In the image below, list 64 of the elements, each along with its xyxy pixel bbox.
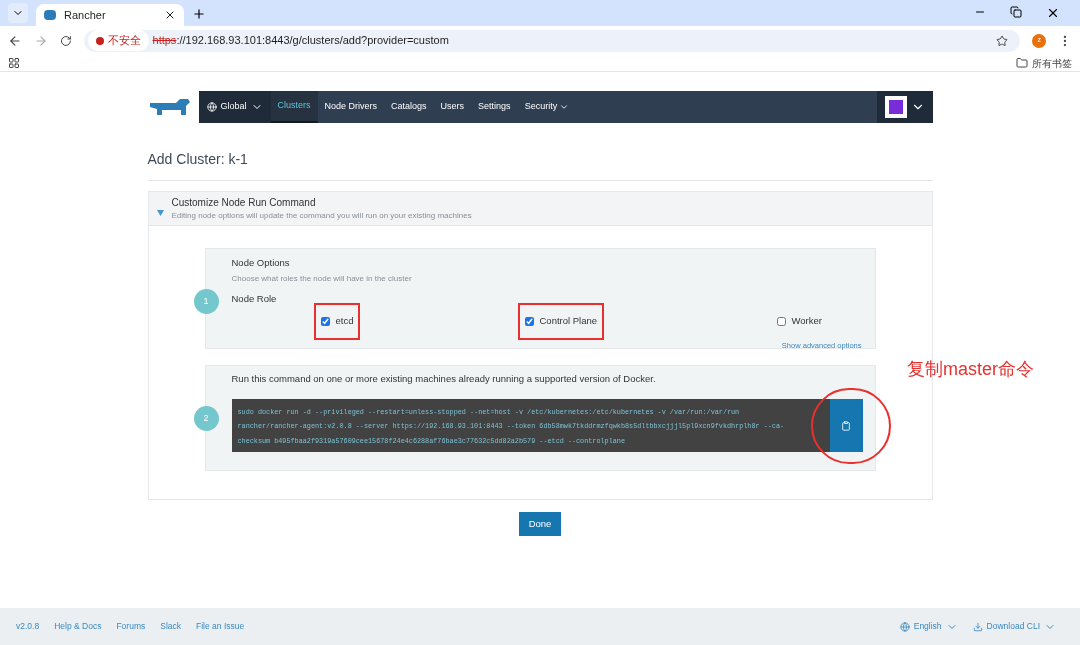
scope-label: Global — [220, 100, 247, 114]
accordion-header[interactable]: Customize Node Run Command Editing node options will update the command you will run on your existing machines — [148, 192, 932, 226]
role-label: etcd — [335, 313, 354, 328]
bookmark-star-icon[interactable] — [996, 34, 1009, 47]
scope-dropdown[interactable]: Global — [198, 91, 271, 123]
globe-icon — [899, 621, 910, 632]
language-dropdown[interactable]: English — [899, 620, 958, 633]
step-number: 1 — [193, 289, 219, 314]
download-icon — [972, 621, 983, 632]
new-tab-icon[interactable] — [192, 7, 206, 21]
restore-icon[interactable] — [1010, 6, 1022, 18]
reload-icon[interactable] — [59, 34, 72, 47]
security-chip[interactable]: 不安全 — [87, 30, 149, 51]
footer-link[interactable]: Slack — [160, 620, 181, 633]
nav-tab[interactable]: Users — [433, 91, 472, 123]
checkbox[interactable] — [776, 316, 786, 326]
security-label: 不安全 — [107, 33, 141, 49]
back-icon[interactable] — [8, 33, 22, 48]
nav-tab[interactable]: Node Drivers — [317, 91, 385, 123]
checkbox[interactable] — [524, 316, 534, 326]
download-cli-dropdown[interactable]: Download CLI — [972, 620, 1056, 633]
page-title: Add Cluster: k-1 — [147, 150, 249, 169]
bookmarks-label: 所有书签 — [1032, 56, 1072, 71]
close-icon[interactable] — [1046, 6, 1060, 20]
footer-link[interactable]: File an Issue — [196, 620, 245, 633]
done-button[interactable]: Done — [518, 512, 562, 536]
role-label: Control Plane — [539, 313, 598, 328]
address-bar[interactable]: 不安全 https://192.168.93.101:8443/g/clusters/add?provider=custom — [83, 29, 1021, 52]
clipboard-icon — [841, 420, 851, 431]
user-menu[interactable] — [876, 91, 933, 123]
nav-tab[interactable]: Clusters — [270, 91, 318, 123]
role-option[interactable]: Worker — [769, 302, 829, 340]
nav-tab[interactable]: Catalogs — [384, 91, 434, 123]
download-label: Download CLI — [986, 620, 1040, 633]
globe-icon — [206, 102, 217, 112]
nav-tab[interactable]: Security — [517, 91, 577, 123]
close-icon[interactable] — [164, 9, 176, 21]
copy-button[interactable] — [829, 399, 863, 453]
checkbox[interactable] — [320, 316, 330, 326]
role-label: Worker — [791, 313, 822, 328]
footer-link[interactable]: Help & Docs — [54, 620, 102, 633]
footer-link[interactable]: Forums — [116, 620, 146, 633]
instruction-text: Run this command on one or more existing machines already running a supported version of Docker. — [231, 372, 657, 386]
annotation-text: 复制master命令 — [907, 358, 1034, 381]
role-option[interactable]: etcd — [313, 302, 361, 340]
caret-icon — [559, 102, 570, 112]
accordion-title: Customize Node Run Command — [171, 196, 317, 210]
avatar-icon — [884, 96, 907, 118]
warning-icon — [95, 36, 104, 45]
field-label: Node Role — [231, 292, 278, 307]
folder-icon — [1016, 57, 1028, 69]
footer-link[interactable]: v2.0.8 — [16, 620, 40, 633]
section-description: Choose what roles the node will have in the cluster — [231, 273, 413, 286]
accordion-subtitle: Editing node options will update the command you will run on your existing machines — [171, 210, 472, 222]
step-number: 2 — [193, 406, 219, 431]
apps-icon[interactable] — [8, 57, 20, 69]
language-label: English — [913, 620, 942, 633]
url-text: https://192.168.93.101:8443/g/clusters/add?provider=custom — [152, 33, 449, 49]
section-title: Node Options — [231, 256, 291, 270]
role-option[interactable]: Control Plane — [517, 302, 605, 340]
browser-tab[interactable]: Rancher — [36, 4, 184, 26]
tab-list-button[interactable] — [8, 3, 28, 23]
all-bookmarks-button[interactable]: 所有书签 — [1016, 55, 1072, 71]
nav-tab[interactable]: Settings — [471, 91, 518, 123]
